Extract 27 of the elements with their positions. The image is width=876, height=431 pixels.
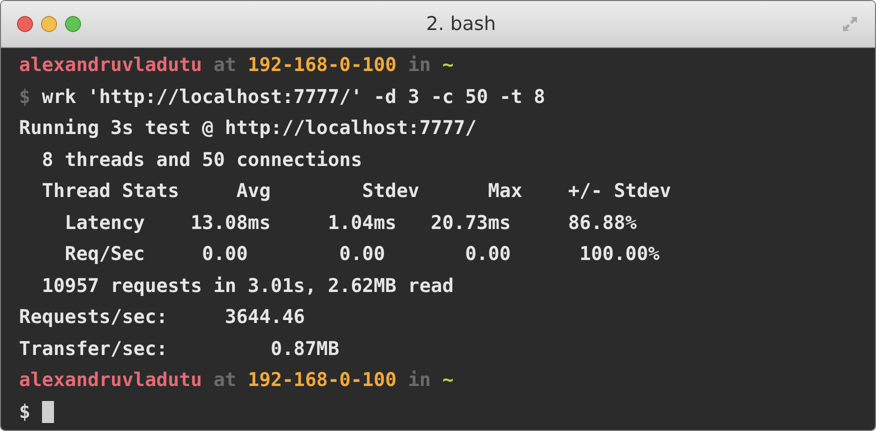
output-text: Req/Sec 0.00 0.00 0.00 100.00% <box>64 242 660 267</box>
prompt-text: at <box>212 53 238 78</box>
prompt-text: $ <box>19 84 30 110</box>
output-text: Running 3s test @ http://localhost:7777/ <box>19 116 477 141</box>
close-button[interactable] <box>17 16 33 32</box>
directory-text: ~ <box>442 368 454 393</box>
output-text: Thread Stats Avg Stdev Max +/- Stdev <box>40 179 672 204</box>
zoom-button[interactable] <box>65 16 81 32</box>
hostname-text: 192-168-0-100 <box>248 53 397 78</box>
prompt-text: at <box>212 368 238 393</box>
prompt-text: in <box>406 368 432 393</box>
prompt-text: in <box>406 53 432 78</box>
window-title: 2. bash <box>426 12 496 35</box>
prompt-symbol: $ <box>19 400 30 424</box>
hostname-text: 192-168-0-100 <box>248 368 397 393</box>
output-text: wrk 'http://localhost:7777/' -d 3 -c 50 -t 8 <box>40 84 546 110</box>
cursor <box>42 401 54 424</box>
output-text: 10957 requests in 3.01s, 2.62MB read <box>40 274 454 298</box>
output-text: Latency 13.08ms 1.04ms 20.73ms 86.88% <box>64 210 637 236</box>
output-text: Requests/sec: 3644.46 <box>19 305 305 330</box>
output-text: Transfer/sec: 0.87MB <box>19 336 340 362</box>
fullscreen-icon[interactable] <box>841 15 859 33</box>
username-text: alexandruvladutu <box>19 368 202 393</box>
directory-text: ~ <box>442 53 454 78</box>
minimize-button[interactable] <box>41 16 57 32</box>
username-text: alexandruvladutu <box>19 53 202 78</box>
output-text: 8 threads and 50 connections <box>40 148 362 172</box>
